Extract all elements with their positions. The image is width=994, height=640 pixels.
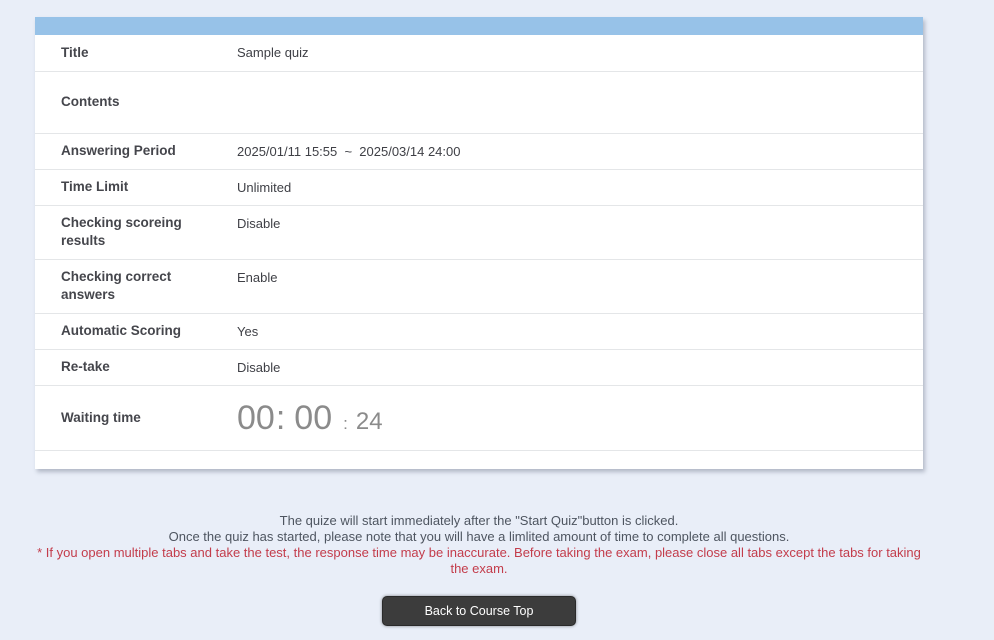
row-value-automatic-scoring: Yes [237,312,923,349]
row-label-time-limit: Time Limit [35,168,237,205]
card-footer-strip [35,450,923,469]
table-row-waiting-time: Waiting time 00:00:24 [35,384,923,450]
quiz-instructions: The quize will start immediately after t… [35,513,923,577]
timer-hours: 00 [237,398,275,437]
instruction-start-line: The quize will start immediately after t… [279,513,679,528]
quiz-info-table: Title Sample quiz Contents Answering Per… [35,35,923,450]
row-value-answering-period: 2025/01/11 15:55 ~ 2025/03/14 24:00 [237,132,923,169]
instruction-time-limit-line: Once the quiz has started, please note t… [168,529,790,544]
row-label-contents: Contents [35,70,237,133]
row-value-retake: Disable [237,348,923,385]
table-row-time-limit: Time Limit Unlimited [35,168,923,205]
row-label-retake: Re-take [35,348,237,385]
timer-colon: : [275,398,286,437]
row-value-contents [237,70,923,133]
timer-seconds: 24 [355,407,383,435]
instruction-warning-text: * If you open multiple tabs and take the… [37,545,921,576]
back-to-course-top-button[interactable]: Back to Course Top [382,596,576,626]
table-row-automatic-scoring: Automatic Scoring Yes [35,312,923,349]
button-row: Back to Course Top [35,596,923,626]
row-label-waiting-time: Waiting time [35,384,237,450]
row-value-checking-correct-answers: Enable [237,258,923,313]
row-label-checking-correct-answers: Checking correct answers [35,258,237,313]
timer-colon: : [343,413,348,433]
table-row-checking-scoring-results: Checking scoreing results Disable [35,204,923,259]
row-label-answering-period: Answering Period [35,132,237,169]
table-row-title: Title Sample quiz [35,35,923,71]
timer-minutes: 00 [294,398,333,437]
table-row-answering-period: Answering Period 2025/01/11 15:55 ~ 2025… [35,132,923,169]
table-row-retake: Re-take Disable [35,348,923,385]
row-value-checking-scoring-results: Disable [237,204,923,259]
row-value-title: Sample quiz [237,45,309,60]
quiz-info-card: Title Sample quiz Contents Answering Per… [35,17,923,469]
row-label-title: Title [61,44,89,60]
row-value-time-limit: Unlimited [237,168,923,205]
table-row-contents: Contents [35,70,923,133]
waiting-time-countdown: 00:00:24 [237,400,911,436]
row-label-automatic-scoring: Automatic Scoring [35,312,237,349]
table-row-checking-correct-answers: Checking correct answers Enable [35,258,923,313]
row-label-checking-scoring-results: Checking scoreing results [35,204,237,259]
card-header-bar [35,17,923,35]
